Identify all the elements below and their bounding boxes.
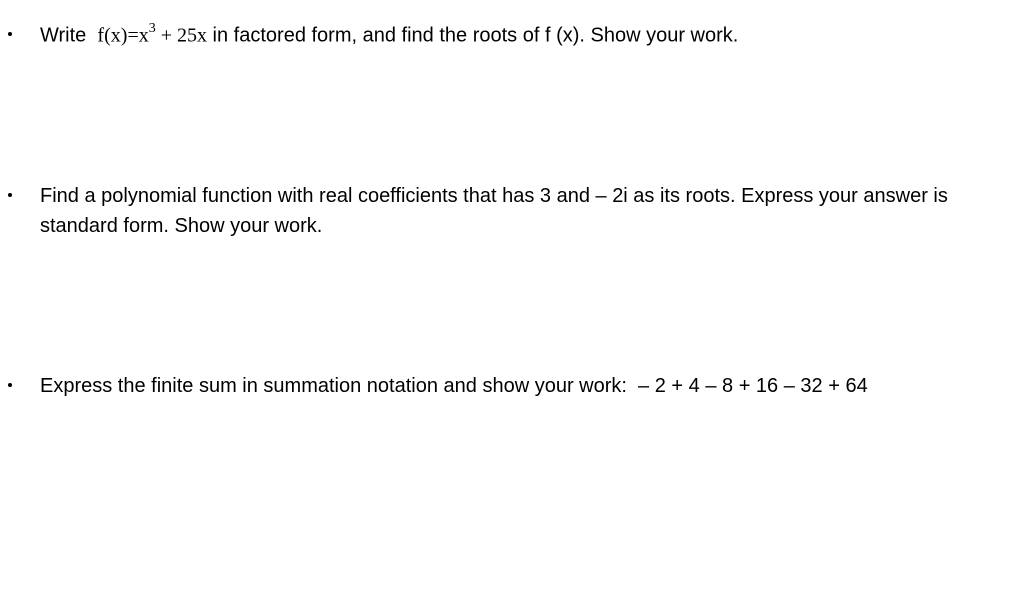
- math-x: x: [111, 25, 121, 47]
- problem-2-text: Find a polynomial function with real coe…: [40, 181, 1000, 241]
- math-exponent: 3: [149, 21, 156, 36]
- math-tail: + 25x: [156, 25, 207, 47]
- problem-3-text: Express the finite sum in summation nota…: [40, 371, 868, 401]
- math-paren-open: (: [104, 25, 111, 47]
- problem-1-text: Write f(x)=x3 + 25x in factored form, an…: [40, 20, 738, 51]
- math-equals: =: [127, 25, 138, 47]
- problem-3: Express the finite sum in summation nota…: [0, 371, 1024, 401]
- math-base: x: [139, 25, 149, 47]
- problem-1-suffix: in factored form, and find the roots of …: [207, 25, 738, 47]
- bullet-icon: [8, 383, 12, 387]
- problem-1: Write f(x)=x3 + 25x in factored form, an…: [0, 20, 1024, 51]
- problem-2: Find a polynomial function with real coe…: [0, 181, 1024, 241]
- problem-1-prefix: Write: [40, 25, 97, 47]
- bullet-icon: [8, 32, 12, 36]
- bullet-icon: [8, 193, 12, 197]
